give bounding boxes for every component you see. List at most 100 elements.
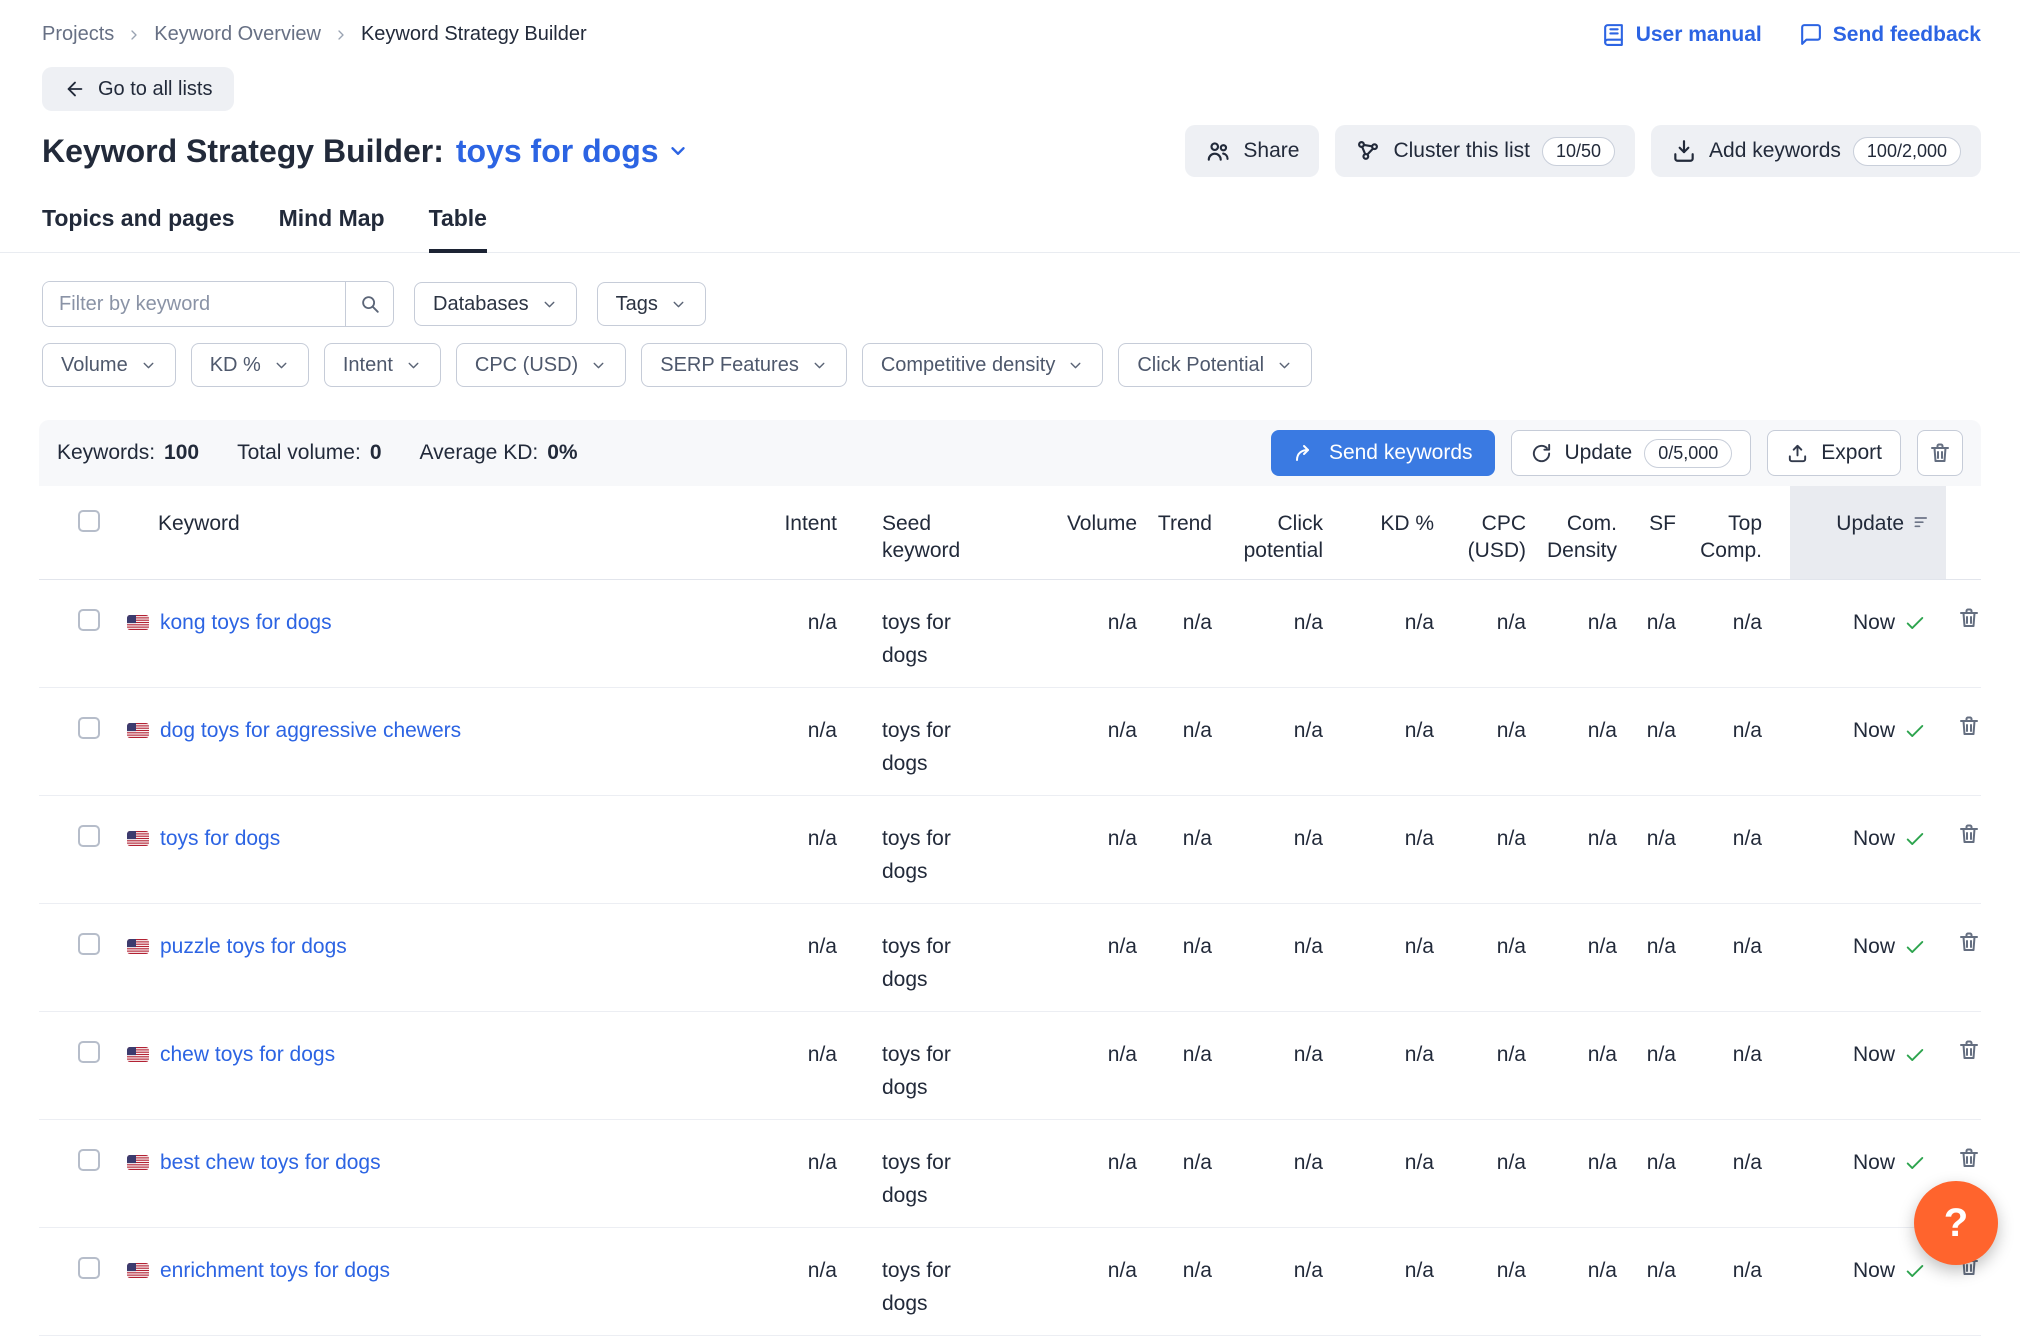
- search-button[interactable]: [345, 282, 393, 326]
- cell-intent: n/a: [699, 1012, 849, 1119]
- cell-update: Now: [1790, 1012, 1946, 1119]
- update-time: Now: [1853, 1038, 1895, 1071]
- check-icon: [1904, 936, 1926, 958]
- tab-topics-and-pages[interactable]: Topics and pages: [42, 205, 235, 253]
- row-delete-button[interactable]: [1957, 714, 1981, 795]
- trash-icon: [1957, 1146, 1981, 1170]
- row-delete-button[interactable]: [1957, 1254, 1981, 1335]
- row-actions-cell: [1946, 904, 1981, 1011]
- cell-sf: n/a: [1629, 1012, 1688, 1119]
- row-checkbox[interactable]: [78, 1257, 100, 1279]
- row-checkbox[interactable]: [78, 933, 100, 955]
- cell-volume: n/a: [1029, 580, 1149, 687]
- trash-icon: [1928, 441, 1952, 465]
- col-kd[interactable]: KD %: [1335, 486, 1446, 579]
- search-icon: [359, 293, 381, 315]
- book-icon: [1601, 22, 1626, 47]
- col-intent[interactable]: Intent: [699, 486, 849, 579]
- keywords-table-card: Keywords:100 Total volume:0 Average KD:0…: [39, 420, 1981, 1336]
- share-button[interactable]: Share: [1185, 125, 1319, 177]
- select-all-cell: [39, 486, 115, 579]
- col-cpc[interactable]: CPC (USD): [1446, 486, 1538, 579]
- delete-selected-button[interactable]: [1917, 430, 1963, 476]
- tabs: Topics and pages Mind Map Table: [0, 205, 2020, 253]
- col-trend[interactable]: Trend: [1149, 486, 1224, 579]
- cell-sf: n/a: [1629, 688, 1688, 795]
- list-name-dropdown[interactable]: toys for dogs: [456, 133, 689, 170]
- databases-dropdown[interactable]: Databases: [414, 282, 577, 326]
- col-click-potential[interactable]: Click potential: [1224, 486, 1335, 579]
- keyword-link[interactable]: puzzle toys for dogs: [160, 930, 347, 963]
- add-keywords-button[interactable]: Add keywords 100/2,000: [1651, 125, 1981, 177]
- help-button[interactable]: ?: [1914, 1181, 1998, 1265]
- update-time: Now: [1853, 930, 1895, 963]
- col-sf[interactable]: SF: [1629, 486, 1688, 579]
- row-delete-button[interactable]: [1957, 1038, 1981, 1119]
- row-checkbox[interactable]: [78, 825, 100, 847]
- send-feedback-link[interactable]: Send feedback: [1798, 22, 1981, 47]
- col-volume[interactable]: Volume: [1029, 486, 1149, 579]
- filter-volume[interactable]: Volume: [42, 343, 176, 387]
- keywords-count-value: 100: [164, 441, 199, 465]
- col-update[interactable]: Update: [1790, 486, 1946, 579]
- select-all-checkbox[interactable]: [78, 510, 100, 532]
- filter-competitive-density[interactable]: Competitive density: [862, 343, 1104, 387]
- breadcrumb-item-keyword-overview[interactable]: Keyword Overview: [154, 23, 321, 46]
- top-links: User manual Send feedback: [1601, 22, 1981, 47]
- col-seed-keyword[interactable]: Seed keyword: [849, 486, 1029, 579]
- cell-click-potential: n/a: [1224, 1120, 1335, 1227]
- cluster-this-list-button[interactable]: Cluster this list 10/50: [1335, 125, 1635, 177]
- row-checkbox[interactable]: [78, 609, 100, 631]
- keyword-link[interactable]: toys for dogs: [160, 822, 280, 855]
- breadcrumb-item-projects[interactable]: Projects: [42, 23, 114, 46]
- send-keywords-button[interactable]: Send keywords: [1271, 430, 1495, 476]
- filter-kd[interactable]: KD %: [191, 343, 309, 387]
- col-com-density[interactable]: Com. Density: [1538, 486, 1629, 579]
- cell-sf: n/a: [1629, 580, 1688, 687]
- row-actions-cell: [1946, 1012, 1981, 1119]
- row-checkbox[interactable]: [78, 1041, 100, 1063]
- keyword-link[interactable]: dog toys for aggressive chewers: [160, 714, 461, 747]
- breadcrumb: Projects Keyword Overview Keyword Strate…: [42, 23, 587, 46]
- user-manual-label: User manual: [1636, 23, 1762, 47]
- tab-mind-map[interactable]: Mind Map: [279, 205, 385, 253]
- send-keywords-label: Send keywords: [1329, 441, 1473, 465]
- tags-dropdown[interactable]: Tags: [597, 282, 706, 326]
- user-manual-link[interactable]: User manual: [1601, 22, 1762, 47]
- row-checkbox[interactable]: [78, 717, 100, 739]
- col-keyword[interactable]: Keyword: [115, 486, 699, 579]
- table-row: enrichment toys for dogs n/a toys for do…: [39, 1228, 1981, 1336]
- filter-cpc[interactable]: CPC (USD): [456, 343, 626, 387]
- cell-sf: n/a: [1629, 904, 1688, 1011]
- cell-intent: n/a: [699, 580, 849, 687]
- keyword-link[interactable]: enrichment toys for dogs: [160, 1254, 390, 1287]
- cell-cpc: n/a: [1446, 1012, 1538, 1119]
- col-top-comp[interactable]: Top Comp.: [1688, 486, 1790, 579]
- keyword-link[interactable]: kong toys for dogs: [160, 606, 332, 639]
- filter-intent[interactable]: Intent: [324, 343, 441, 387]
- check-icon: [1904, 1152, 1926, 1174]
- cell-seed: toys for dogs: [849, 688, 1029, 795]
- keyword-filter-input[interactable]: [43, 282, 345, 326]
- keyword-link[interactable]: best chew toys for dogs: [160, 1146, 381, 1179]
- row-delete-button[interactable]: [1957, 822, 1981, 903]
- filter-click-potential[interactable]: Click Potential: [1118, 343, 1312, 387]
- row-checkbox[interactable]: [78, 1149, 100, 1171]
- go-to-all-lists-button[interactable]: Go to all lists: [42, 67, 234, 111]
- tab-table[interactable]: Table: [429, 205, 487, 253]
- row-delete-button[interactable]: [1957, 606, 1981, 687]
- refresh-icon: [1530, 442, 1553, 465]
- export-button[interactable]: Export: [1767, 430, 1901, 476]
- check-icon: [1904, 828, 1926, 850]
- update-button[interactable]: Update 0/5,000: [1511, 430, 1752, 476]
- keyword-link[interactable]: chew toys for dogs: [160, 1038, 335, 1071]
- row-delete-button[interactable]: [1957, 930, 1981, 1011]
- header-actions: Share Cluster this list 10/50 Add keywor…: [1185, 125, 1981, 177]
- list-name-label: toys for dogs: [456, 133, 659, 170]
- cell-trend: n/a: [1149, 688, 1224, 795]
- filter-serp-features[interactable]: SERP Features: [641, 343, 847, 387]
- people-icon: [1205, 138, 1231, 164]
- chevron-down-icon: [140, 357, 157, 374]
- update-time: Now: [1853, 1254, 1895, 1287]
- cell-trend: n/a: [1149, 1012, 1224, 1119]
